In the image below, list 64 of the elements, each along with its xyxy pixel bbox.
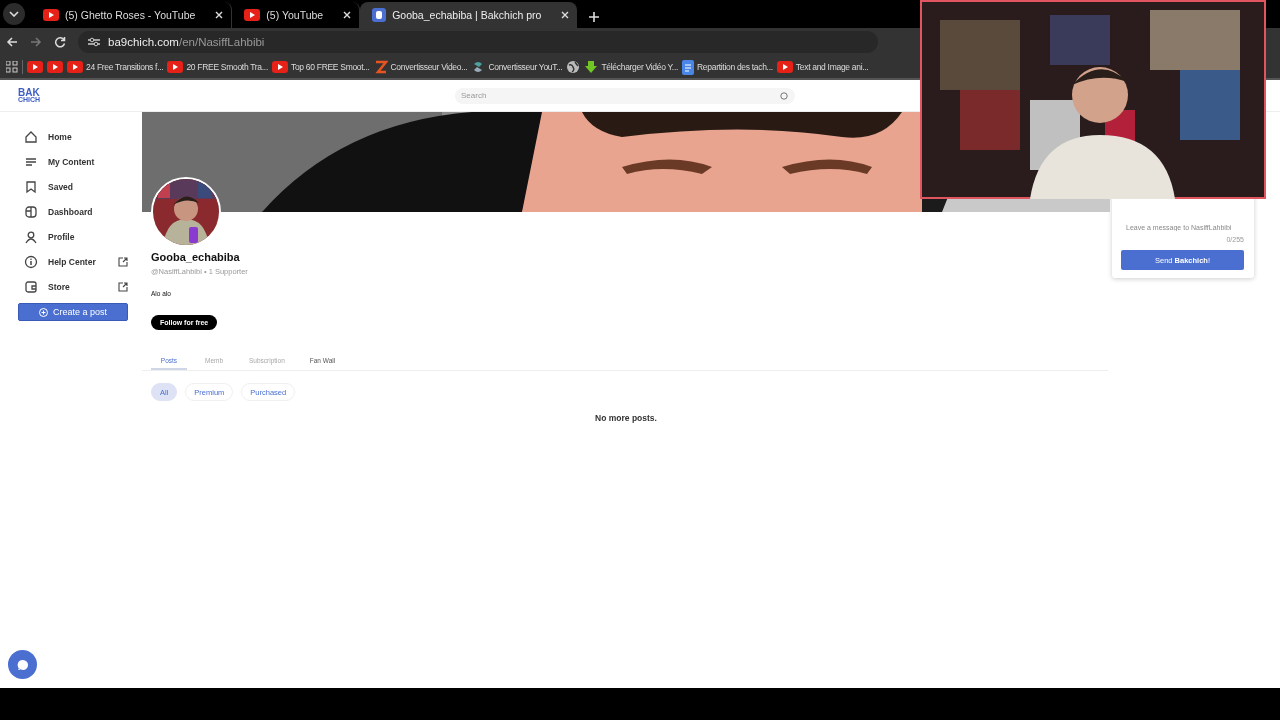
tab-title: Gooba_echabiba | Bakchich pro [392, 9, 542, 21]
document-icon [682, 59, 694, 75]
sidebar-item[interactable]: My Content [18, 149, 128, 174]
search-icon[interactable] [780, 91, 788, 100]
bookmark-icon [24, 179, 38, 194]
sidebar-item[interactable]: Dashboard [18, 199, 128, 224]
youtube-icon [167, 61, 184, 73]
url-text: ba9chich.com/en/NasiffLahbibi [108, 36, 265, 48]
bookmark[interactable] [566, 60, 581, 74]
youtube-icon [776, 61, 793, 73]
home-icon [24, 129, 38, 144]
bookmark[interactable]: 24 Free Transitions f... [67, 61, 164, 73]
external-link-icon [118, 256, 128, 267]
forward-icon[interactable] [30, 36, 42, 48]
profile-name: Gooba_echabiba [151, 251, 241, 263]
tab-list-button[interactable] [3, 3, 25, 25]
chevron-down-icon [9, 11, 19, 17]
sidebar-item[interactable]: Saved [18, 174, 128, 199]
zigzag-icon [373, 60, 388, 74]
sidebar-item[interactable]: Store [18, 274, 128, 299]
download-icon [584, 60, 599, 74]
wallet-icon [24, 279, 38, 294]
back-icon[interactable] [6, 36, 18, 48]
bookmark[interactable]: Repartition des tach... [682, 59, 773, 75]
address-bar[interactable]: ba9chich.com/en/NasiffLahbibi [78, 31, 878, 53]
sidebar-item[interactable]: Profile [18, 224, 128, 249]
youtube-icon [244, 9, 261, 21]
sidebar-item[interactable]: Help Center [18, 249, 128, 274]
reload-icon[interactable] [54, 36, 66, 48]
person-icon [24, 229, 38, 244]
browser-tab[interactable]: Gooba_echabiba | Bakchich pro [360, 2, 578, 28]
create-post-button[interactable]: Create a post [18, 303, 128, 321]
site-settings-icon [88, 37, 100, 47]
bookmark[interactable]: 20 FREE Smooth Tra... [167, 61, 268, 73]
bookmark[interactable]: Top 60 FREE Smoot... [271, 61, 370, 73]
youtube-icon [47, 61, 63, 73]
bookmark[interactable] [47, 61, 63, 73]
new-tab-icon[interactable] [589, 12, 600, 22]
youtube-icon [271, 61, 288, 73]
plus-circle-icon [39, 307, 48, 317]
empty-message: No more posts. [595, 413, 657, 423]
youtube-icon [43, 9, 59, 21]
search-field[interactable]: Search [455, 87, 795, 104]
tab-title: (5) YouTube [266, 9, 324, 21]
dashboard-icon [24, 204, 38, 219]
apps-grid-icon[interactable] [6, 61, 18, 73]
youtube-icon [67, 61, 83, 73]
external-link-icon [118, 281, 128, 292]
sidebar-item[interactable]: Home [18, 124, 128, 149]
tab-title: (5) Ghetto Roses - YouTube [65, 9, 196, 21]
bookmark[interactable]: Convertisseur Video... [373, 60, 468, 74]
close-icon[interactable] [561, 11, 570, 19]
bookmark[interactable]: Text and Image ani... [776, 61, 869, 73]
bookmark[interactable]: Télécharger Vidéo Y... [584, 60, 678, 74]
site-icon [372, 8, 387, 22]
bookmark[interactable] [27, 61, 43, 73]
close-icon[interactable] [343, 11, 352, 19]
globe-icon [566, 60, 581, 74]
chat-bubble-icon [16, 658, 29, 671]
info-icon [24, 254, 38, 269]
youtube-icon [27, 61, 43, 73]
close-icon[interactable] [215, 11, 224, 19]
chat-button[interactable] [8, 650, 37, 679]
bookmark[interactable]: Convertisseur YouT... [471, 60, 563, 74]
